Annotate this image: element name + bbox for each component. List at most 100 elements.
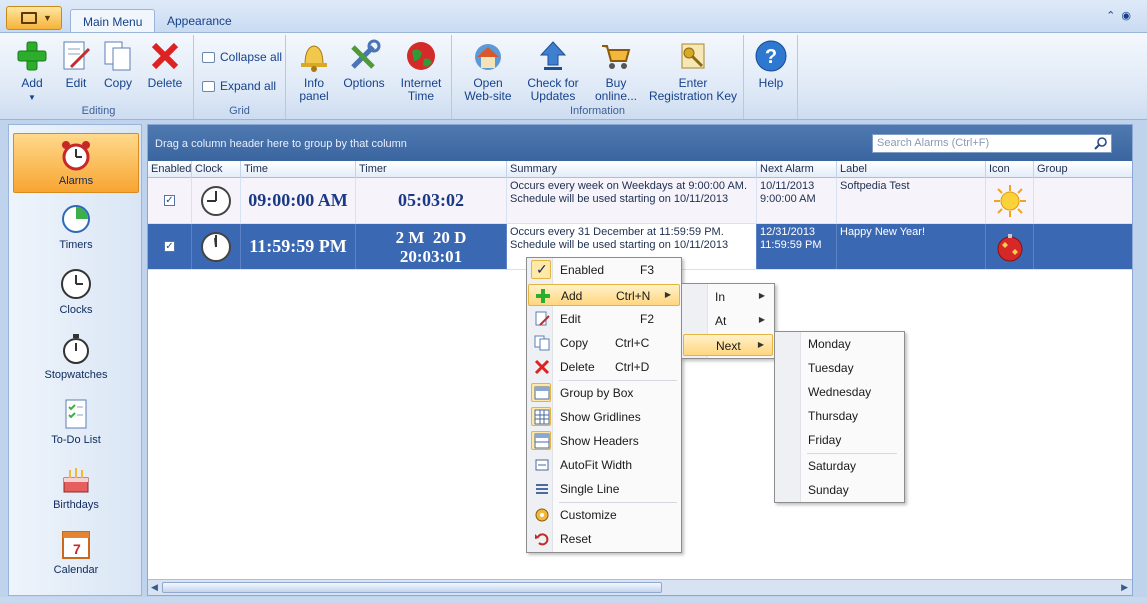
submenu-item-thursday[interactable]: Thursday — [776, 405, 903, 427]
next-alarm-text: 12/31/2013 11:59:59 PM — [760, 226, 822, 252]
clock-icon — [61, 269, 91, 299]
submenu-item-at[interactable]: At ▶ — [683, 310, 773, 332]
submenu-item-monday[interactable]: Monday — [776, 333, 903, 355]
nav-item-todo-list[interactable]: To-Do List — [13, 393, 139, 453]
nav-item-stopwatches[interactable]: Stopwatches — [13, 328, 139, 388]
copy-icon — [534, 335, 550, 351]
search-icon[interactable] — [1094, 136, 1108, 150]
nav-item-timers[interactable]: Timers — [13, 198, 139, 258]
ribbon-group-tools: Info panel Options Internet Time — [286, 35, 452, 119]
menu-label: Group by Box — [560, 386, 634, 400]
ribbon-controls[interactable]: ⌃◉ — [1106, 9, 1137, 22]
submenu-item-next[interactable]: Next ▶ — [683, 334, 773, 356]
menu-item-delete[interactable]: Delete Ctrl+D — [528, 356, 680, 378]
menu-item-autofit-width[interactable]: AutoFit Width — [528, 454, 680, 476]
application-menu-button[interactable]: ▼ — [6, 6, 62, 30]
nav-item-alarms[interactable]: Alarms — [13, 133, 139, 193]
add-button[interactable]: Add ▼ — [12, 39, 52, 104]
help-circle-icon[interactable]: ◉ — [1121, 10, 1137, 22]
submenu-item-sunday[interactable]: Sunday — [776, 479, 903, 501]
column-header-icon[interactable]: Icon — [986, 161, 1034, 178]
next-alarm-date: 12/31/2013 — [760, 226, 816, 238]
minimize-ribbon-icon[interactable]: ⌃ — [1106, 10, 1121, 22]
horizontal-scrollbar[interactable]: ◀ ▶ — [148, 579, 1132, 595]
check-updates-button[interactable]: Check for Updates — [522, 39, 584, 103]
svg-text:7: 7 — [73, 541, 81, 557]
menu-shortcut: F2 — [640, 312, 655, 326]
column-header-clock[interactable]: Clock — [192, 161, 241, 178]
menu-label: Reset — [560, 532, 592, 546]
submenu-item-tuesday[interactable]: Tuesday — [776, 357, 903, 379]
menu-item-enabled[interactable]: ✓ Enabled F3 — [528, 259, 680, 281]
enabled-checkbox[interactable]: ✓ — [164, 195, 175, 206]
info-panel-button[interactable]: Info panel — [292, 39, 336, 103]
column-header-timer[interactable]: Timer — [356, 161, 507, 178]
tab-main-menu[interactable]: Main Menu — [70, 9, 156, 33]
menu-item-edit[interactable]: Edit F2 — [528, 308, 680, 330]
nav-item-calendar[interactable]: 7 Calendar — [13, 523, 139, 583]
nav-label-calendar: Calendar — [53, 564, 99, 576]
nav-item-clocks[interactable]: Clocks — [13, 263, 139, 323]
column-header-time[interactable]: Time — [241, 161, 356, 178]
search-input[interactable]: Search Alarms (Ctrl+F) — [872, 134, 1112, 153]
scroll-right-icon[interactable]: ▶ — [1121, 582, 1128, 593]
collapse-icon — [202, 52, 215, 64]
open-website-button[interactable]: Open Web-site — [460, 39, 516, 103]
cell-group — [1034, 178, 1132, 223]
internet-time-button[interactable]: Internet Time — [396, 39, 446, 103]
expand-all-button[interactable]: Expand all — [202, 78, 276, 96]
column-header-group[interactable]: Group — [1034, 161, 1132, 178]
alarm-time: 09:00:00 AM — [248, 190, 348, 210]
table-row[interactable]: ✓ 09:00:00 AM 05:03:02 Occurs every week… — [148, 178, 1132, 224]
menu-item-customize[interactable]: Customize — [528, 504, 680, 526]
collapse-all-button[interactable]: Collapse all — [202, 49, 282, 67]
help-button[interactable]: ? Help — [750, 39, 792, 90]
menu-item-single-line[interactable]: Single Line — [528, 478, 680, 500]
single-line-icon — [536, 484, 548, 494]
submenu-item-in[interactable]: In ▶ — [683, 286, 773, 308]
group-label-grid: Grid — [229, 105, 250, 117]
menu-label: Copy — [560, 336, 589, 350]
column-header-next-alarm[interactable]: Next Alarm — [757, 161, 837, 178]
menu-item-add[interactable]: Add Ctrl+N ▶ — [528, 284, 680, 306]
column-header-summary[interactable]: Summary — [507, 161, 757, 178]
cell-enabled: ✓ — [148, 224, 192, 269]
edit-button[interactable]: Edit — [56, 39, 96, 90]
nav-item-birthdays[interactable]: Birthdays — [13, 458, 139, 518]
menu-item-group-by-box[interactable]: Group by Box — [528, 382, 680, 404]
options-button[interactable]: Options — [340, 39, 388, 90]
summary-text: Occurs every 31 December at 11:59:59 PM.… — [510, 226, 728, 252]
scroll-left-icon[interactable]: ◀ — [151, 582, 158, 593]
menu-separator — [807, 453, 897, 454]
menu-label: Wednesday — [808, 385, 872, 399]
copy-button[interactable]: Copy — [98, 39, 138, 90]
edit-label: Edit — [65, 76, 87, 90]
column-header-enabled[interactable]: Enabled — [148, 161, 192, 178]
tab-appearance[interactable]: Appearance — [155, 9, 244, 33]
menu-label: Customize — [560, 508, 617, 522]
enter-registration-key-button[interactable]: Enter Registration Key — [648, 39, 738, 103]
buy-online-button[interactable]: Buy online... — [588, 39, 644, 103]
cell-clock — [192, 224, 241, 269]
delete-button[interactable]: Delete — [142, 39, 188, 90]
clock-face-icon — [201, 186, 231, 216]
menu-item-copy[interactable]: Copy Ctrl+C — [528, 332, 680, 354]
timer-icon — [62, 205, 90, 233]
column-header-label[interactable]: Label — [837, 161, 986, 178]
group-by-bar[interactable]: Drag a column header here to group by th… — [148, 125, 1132, 161]
delete-x-icon — [151, 42, 179, 70]
expand-all-label: Expand all — [220, 79, 277, 93]
enabled-checkbox[interactable]: ✓ — [164, 241, 175, 252]
submenu-item-friday[interactable]: Friday — [776, 429, 903, 451]
help-label: Help — [758, 76, 784, 90]
collapse-all-label: Collapse all — [220, 50, 283, 64]
calendar-icon: 7 — [62, 531, 90, 559]
submenu-item-saturday[interactable]: Saturday — [776, 455, 903, 477]
scrollbar-thumb[interactable] — [162, 582, 662, 593]
menu-item-show-gridlines[interactable]: Show Gridlines — [528, 406, 680, 428]
add-plus-icon — [536, 289, 550, 303]
submenu-item-wednesday[interactable]: Wednesday — [776, 381, 903, 403]
menu-item-reset[interactable]: Reset — [528, 528, 680, 550]
svg-text:?: ? — [765, 46, 777, 68]
menu-item-show-headers[interactable]: Show Headers — [528, 430, 680, 452]
